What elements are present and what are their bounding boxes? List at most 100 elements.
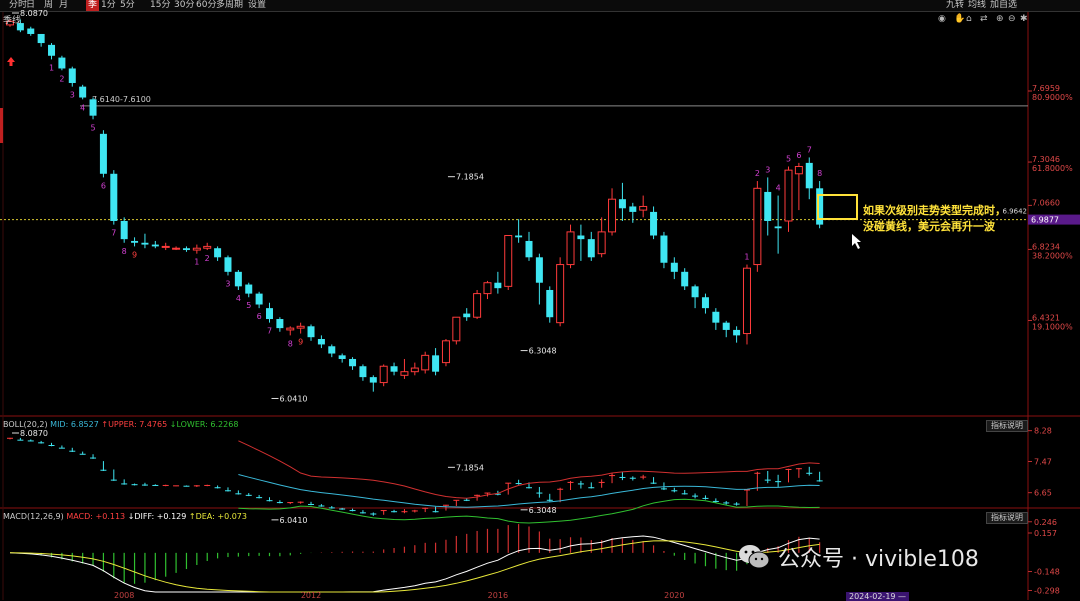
macd-help-button[interactable]: 指标说明 bbox=[986, 512, 1028, 524]
boll-tick-label-2: 6.65 bbox=[1034, 489, 1052, 498]
td-count-10: 2 bbox=[205, 254, 210, 263]
y-tick-pct-3: 38.2000% bbox=[1032, 251, 1073, 260]
candle-body-4 bbox=[48, 44, 56, 56]
td-count-25: 8 bbox=[817, 169, 822, 178]
y-tick-label-4: 6.4321 bbox=[1032, 313, 1060, 322]
annotation-line-2: 没碰黄线，美元会再升一波 bbox=[863, 220, 995, 233]
candle-body-30 bbox=[317, 339, 325, 345]
candle-body-73 bbox=[764, 191, 772, 221]
candle-body-5 bbox=[58, 57, 66, 69]
candle-body-56 bbox=[587, 239, 595, 258]
td-count-19: 2 bbox=[755, 169, 760, 178]
candle-body-41 bbox=[432, 355, 440, 372]
lock-icon[interactable]: ⌂ bbox=[966, 14, 972, 24]
hand-icon[interactable]: ✋ bbox=[954, 14, 965, 24]
td-count-2: 3 bbox=[70, 91, 75, 100]
watermark: 公众号 · vivible108 bbox=[738, 539, 979, 575]
boll-lower: ↓LOWER: 6.2268 bbox=[169, 420, 239, 429]
td-count-20: 3 bbox=[765, 165, 770, 174]
candle-body-45 bbox=[473, 293, 482, 318]
boll-extreme-label-3: 6.3048 bbox=[529, 506, 557, 515]
candle-body-21 bbox=[224, 257, 232, 272]
candle-body-50 bbox=[525, 240, 533, 258]
candle-body-32 bbox=[338, 355, 346, 359]
boll-extreme-label-1: 6.0410 bbox=[280, 516, 308, 525]
candle-body-74 bbox=[774, 226, 782, 229]
candle-body-68 bbox=[712, 311, 720, 323]
settings-icon[interactable]: ✱ bbox=[1020, 14, 1028, 24]
td-count-22: 5 bbox=[786, 155, 791, 164]
candle-body-58 bbox=[608, 198, 617, 233]
y-tick-pct-4: 19.1000% bbox=[1032, 322, 1073, 331]
macd-diff: ↓DIFF: +0.129 bbox=[127, 512, 187, 521]
macd-tick-label-2: -0.148 bbox=[1034, 568, 1060, 577]
candle-body-67 bbox=[701, 297, 709, 309]
candle-body-12 bbox=[131, 240, 139, 243]
td-count-15: 7 bbox=[267, 327, 272, 336]
td-count-8: 9 bbox=[132, 250, 137, 259]
candle-body-29 bbox=[307, 326, 315, 338]
macd-diff-line bbox=[9, 535, 820, 593]
eye-icon[interactable]: ◉ bbox=[938, 14, 946, 24]
boll-tick-label-1: 7.47 bbox=[1034, 457, 1052, 466]
boll-extreme-label-2: 7.1854 bbox=[456, 463, 484, 472]
candle-body-57 bbox=[597, 231, 606, 255]
y-tick-pct-1: 61.8000% bbox=[1032, 164, 1073, 173]
candle-body-20 bbox=[214, 248, 222, 258]
candle-body-46 bbox=[483, 282, 492, 295]
td-count-17: 9 bbox=[298, 338, 303, 347]
td-count-16: 8 bbox=[288, 339, 293, 348]
range-line-label: 7.6140-7.6100 bbox=[92, 95, 151, 104]
td-count-6: 7 bbox=[111, 229, 116, 238]
watermark-text: 公众号 · vivible108 bbox=[778, 547, 979, 572]
boll-extreme-label-0: 8.0870 bbox=[20, 429, 48, 438]
candle-body-60 bbox=[629, 206, 637, 212]
x-tick-label-0: 2008 bbox=[114, 591, 134, 600]
candle-body-44 bbox=[463, 313, 471, 318]
candle-body-14 bbox=[151, 244, 159, 247]
candle-body-55 bbox=[577, 235, 585, 240]
candle-body-35 bbox=[369, 377, 377, 383]
candle-body-36 bbox=[379, 365, 388, 384]
boll-name: BOLL(20,2) bbox=[3, 420, 48, 429]
candle-body-22 bbox=[234, 271, 242, 287]
y-tick-label-2: 7.0660 bbox=[1032, 198, 1060, 207]
mouse-cursor-icon bbox=[852, 234, 861, 249]
kline-chart: 7.695980.9000% 7.304661.8000% 7.0660 6.8234… bbox=[0, 9, 1080, 600]
candle-body-61 bbox=[639, 205, 648, 211]
candle-body-28 bbox=[296, 325, 305, 329]
boll-help-button[interactable]: 指标说明 bbox=[986, 420, 1028, 432]
candle-body-33 bbox=[349, 358, 357, 367]
candle-body-52 bbox=[546, 289, 554, 318]
candle-body-17 bbox=[182, 248, 190, 251]
candle-body-47 bbox=[494, 282, 502, 289]
x-tick-label-3: 2020 bbox=[664, 591, 684, 600]
td-count-23: 6 bbox=[796, 151, 801, 160]
candle-body-24 bbox=[255, 293, 263, 305]
td-count-21: 4 bbox=[776, 184, 781, 193]
boll-upper: ↑UPPER: 7.4765 bbox=[101, 420, 168, 429]
shuffle-icon[interactable]: ⇄ bbox=[980, 14, 988, 24]
candle-body-9 bbox=[99, 133, 107, 174]
candle-body-66 bbox=[691, 286, 699, 298]
macd-tick-label-0: 0.246 bbox=[1034, 518, 1057, 527]
td-count-0: 1 bbox=[49, 63, 54, 72]
candle-body-19 bbox=[203, 245, 212, 249]
candle-body-6 bbox=[68, 68, 76, 83]
boll-header: BOLL(20,2) MID: 6.8527 ↑UPPER: 7.4765 ↓L… bbox=[3, 420, 238, 429]
x-tick-label-1: 2012 bbox=[301, 591, 321, 600]
candle-body-37 bbox=[390, 366, 398, 372]
wechat-icon bbox=[739, 545, 770, 569]
candle-body-76 bbox=[794, 166, 803, 175]
y-tick-label-1: 7.3046 bbox=[1032, 155, 1060, 164]
boll-upper-band bbox=[238, 440, 820, 499]
candle-body-48 bbox=[504, 235, 513, 287]
period-label: 季线 bbox=[3, 16, 22, 26]
zoom-in-icon[interactable]: ⊕ bbox=[996, 14, 1004, 24]
zoom-out-icon[interactable]: ⊖ bbox=[1008, 14, 1016, 24]
extreme-label-0: 8.0870 bbox=[20, 9, 48, 18]
candle-body-39 bbox=[410, 367, 419, 373]
macd-value: MACD: +0.113 bbox=[66, 512, 126, 521]
candle-body-62 bbox=[650, 211, 658, 236]
boll-mid-band bbox=[238, 474, 820, 508]
